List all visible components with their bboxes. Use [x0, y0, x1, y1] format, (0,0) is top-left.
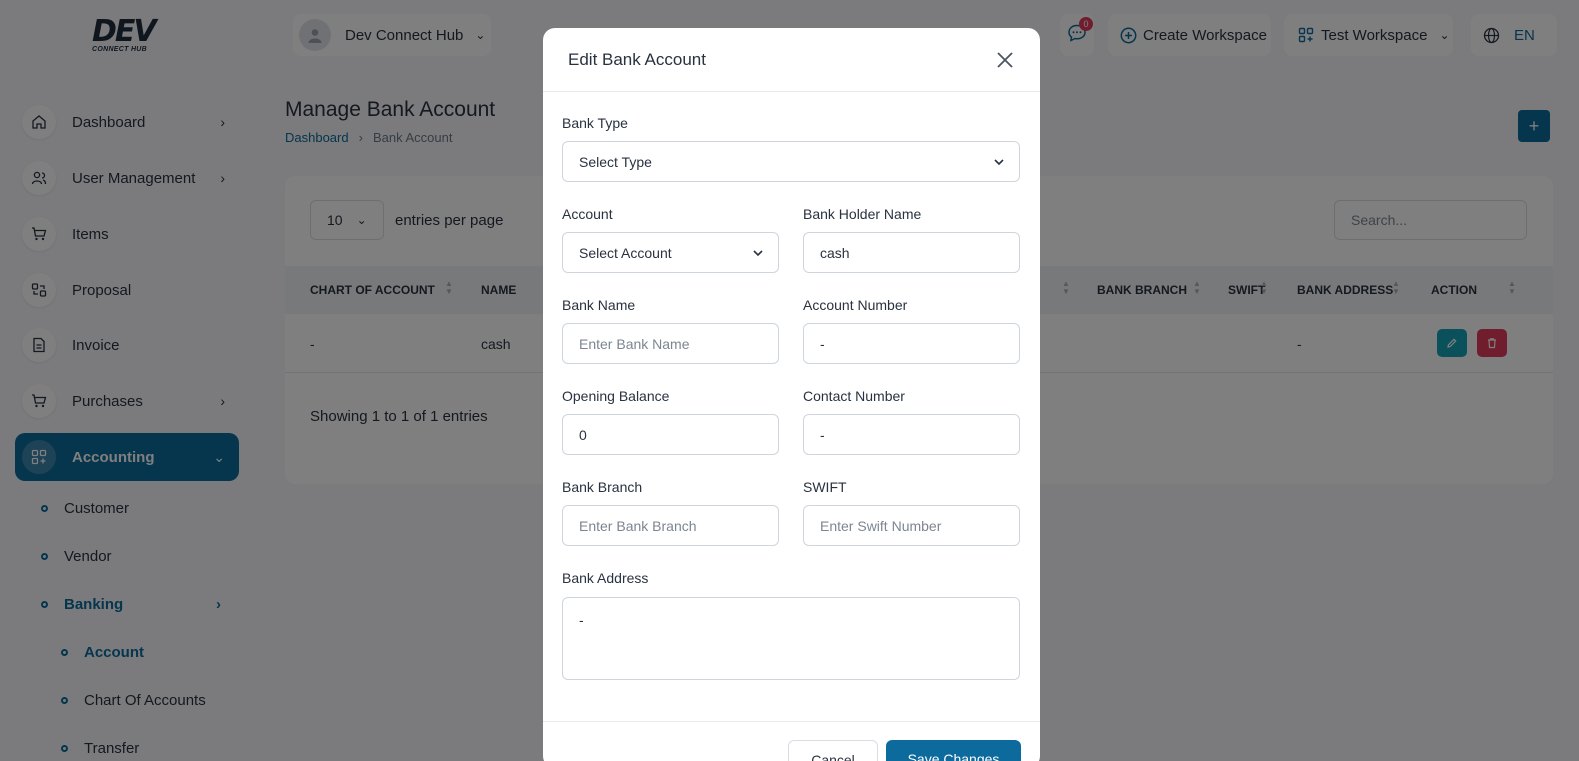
bank-name-label: Bank Name: [562, 297, 636, 313]
edit-bank-account-modal: Edit Bank Account Bank Type Select Type …: [543, 28, 1040, 761]
bank-address-label: Bank Address: [562, 570, 649, 586]
contact-number-input[interactable]: -: [803, 414, 1020, 455]
opening-balance-label: Opening Balance: [562, 388, 670, 404]
bank-holder-name-label: Bank Holder Name: [803, 206, 922, 222]
bank-address-textarea[interactable]: -: [562, 597, 1020, 680]
bank-branch-input[interactable]: Enter Bank Branch: [562, 505, 779, 546]
bank-holder-name-input[interactable]: cash: [803, 232, 1020, 273]
modal-title: Edit Bank Account: [568, 50, 706, 69]
chevron-down-icon: [753, 250, 763, 257]
modal-header-divider: [543, 91, 1040, 92]
cancel-button[interactable]: Cancel: [788, 740, 878, 761]
bank-name-input[interactable]: Enter Bank Name: [562, 323, 779, 364]
bank-type-value: Select Type: [579, 153, 652, 170]
opening-balance-input[interactable]: 0: [562, 414, 779, 455]
account-label: Account: [562, 206, 613, 222]
contact-number-label: Contact Number: [803, 388, 905, 404]
chevron-down-icon: [994, 159, 1004, 166]
bank-type-select[interactable]: Select Type: [562, 141, 1020, 182]
close-icon[interactable]: [994, 49, 1016, 71]
swift-label: SWIFT: [803, 479, 847, 495]
account-number-label: Account Number: [803, 297, 908, 313]
bank-type-label: Bank Type: [562, 115, 628, 131]
account-value: Select Account: [579, 244, 672, 261]
save-changes-button[interactable]: Save Changes: [886, 740, 1021, 761]
modal-footer-divider: [543, 721, 1040, 722]
swift-input[interactable]: Enter Swift Number: [803, 505, 1020, 546]
account-number-input[interactable]: -: [803, 323, 1020, 364]
account-select[interactable]: Select Account: [562, 232, 779, 273]
bank-branch-label: Bank Branch: [562, 479, 643, 495]
